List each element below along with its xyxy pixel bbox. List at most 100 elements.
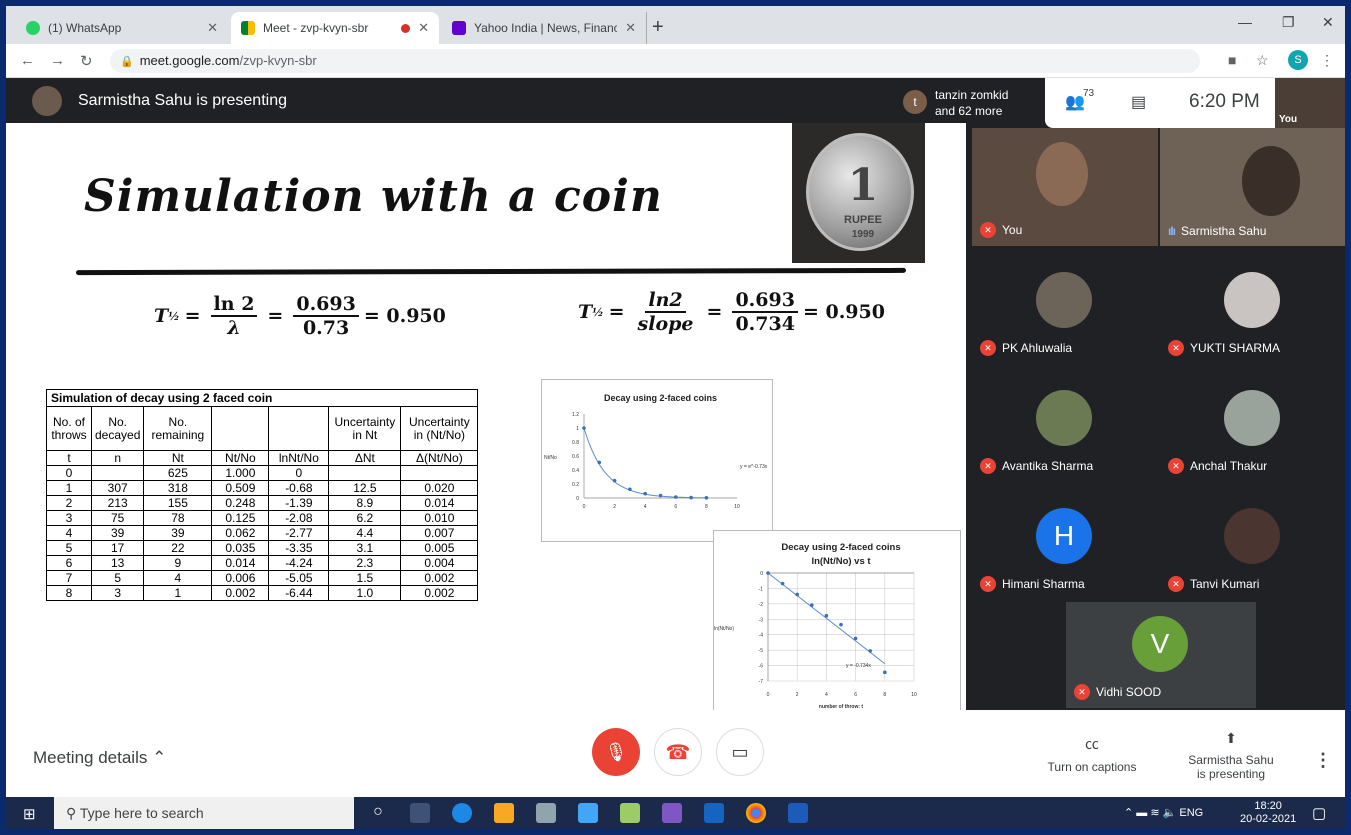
store-icon[interactable] (536, 803, 556, 823)
table-row: 2 213 155 0.248 -1.39 8.9 0.014 (46, 495, 479, 511)
chrome-icon[interactable] (746, 803, 766, 823)
leave-call-button[interactable]: ☎ (654, 728, 702, 776)
reload-icon[interactable]: ↻ (80, 52, 93, 70)
volume-icon: 🔈 (1162, 807, 1177, 819)
meeting-time: 6:20 PM (1189, 91, 1260, 112)
y-tick-label: -2 (759, 602, 764, 608)
y-tick-label: -4 (759, 633, 764, 639)
mail-icon[interactable] (578, 803, 598, 823)
calculator-icon[interactable] (704, 803, 724, 823)
trendline (583, 427, 707, 499)
profile-avatar[interactable]: S (1288, 50, 1308, 70)
table-cell: 6.2 (328, 510, 402, 526)
wifi-icon: ≋ (1150, 807, 1160, 819)
data-point (597, 460, 602, 465)
chevron-up-icon: ⌃ (152, 748, 167, 767)
table-cell: 17 (90, 540, 145, 556)
participant-tile-sarmistha[interactable]: ıIı Sarmistha Sahu (1160, 128, 1345, 246)
mic-toggle-button[interactable]: 🎙 (592, 728, 640, 776)
mic-off-icon: ✕ (980, 222, 996, 238)
taskbar-clock[interactable]: 18:20 20-02-2021 (1240, 800, 1296, 826)
log-decay-svg: Decay using 2-faced coins ln(Nt/No) vs t 0… (714, 542, 917, 710)
participant-tile-avantika[interactable]: ✕ Avantika Sharma (972, 366, 1158, 482)
close-window-button[interactable]: ✕ (1322, 14, 1334, 31)
participant-avatar (1224, 272, 1280, 328)
minimize-button[interactable]: — (1238, 14, 1252, 30)
bookmark-star-icon[interactable]: ☆ (1256, 52, 1269, 69)
close-tab-icon[interactable]: ✕ (418, 20, 429, 36)
notification-icon[interactable]: ▢ (1312, 804, 1326, 822)
participant-tile-pk[interactable]: ✕ PK Ahluwalia (972, 248, 1158, 364)
cortana-icon[interactable]: ○ (368, 803, 388, 823)
photos-icon[interactable] (620, 803, 640, 823)
table-cell: 0.002 (400, 585, 479, 601)
table-cell: 3 (46, 510, 92, 526)
participant-video (1036, 142, 1088, 206)
word-icon[interactable] (788, 803, 808, 823)
table-cell: 1.0 (328, 585, 402, 601)
participant-avatar (1224, 508, 1280, 564)
table-cell (400, 465, 479, 481)
table-cell: 0 (268, 465, 330, 481)
mic-off-icon: ✕ (1074, 684, 1090, 700)
address-bar[interactable]: 🔒 meet.google.com/zvp-kvyn-sbr (110, 49, 1200, 73)
camera-toggle-button[interactable]: ▭ (716, 728, 764, 776)
mic-off-icon: ✕ (1168, 340, 1184, 356)
table-cell: 1 (46, 480, 92, 496)
participant-tile-yukti[interactable]: ✕ YUKTI SHARMA (1160, 248, 1345, 364)
file-explorer-icon[interactable] (494, 803, 514, 823)
windows-start-icon[interactable]: ⊞ (23, 805, 36, 823)
table-header: Uncertainty in (Nt/No) (400, 406, 479, 451)
x-tick-label: 2 (613, 504, 616, 510)
y-tick-label: 0.8 (572, 440, 579, 446)
app-icon[interactable] (662, 803, 682, 823)
table-header: No. decayed (90, 406, 145, 451)
back-arrow-icon[interactable]: ← (20, 52, 35, 69)
table-cell: 0.509 (211, 480, 270, 496)
chat-icon[interactable]: ▤ (1131, 92, 1146, 112)
maximize-button[interactable]: ❐ (1282, 14, 1295, 31)
participant-tile-tanvi[interactable]: ✕ Tanvi Kumari (1160, 484, 1345, 600)
participant-tile-anchal[interactable]: ✕ Anchal Thakur (1160, 366, 1345, 482)
close-tab-icon[interactable]: ✕ (207, 20, 218, 36)
table-cell: 0.002 (400, 570, 479, 586)
close-tab-icon[interactable]: ✕ (625, 20, 636, 36)
y-axis-label: ln(Nt/No) (714, 626, 734, 632)
recording-dot-icon (401, 23, 411, 33)
chrome-menu-icon[interactable]: ⋮ (1320, 52, 1334, 69)
system-tray[interactable]: ⌃ ▬ ≋ 🔈 ENG (1124, 806, 1203, 819)
battery-icon: ▬ (1136, 807, 1148, 819)
people-icon[interactable]: 👥 (1065, 92, 1085, 112)
table-cell: -1.39 (268, 495, 330, 511)
camera-indicator-icon[interactable]: ■ (1228, 52, 1236, 68)
participant-tile-himani[interactable]: H ✕ Himani Sharma (972, 484, 1158, 600)
tab-whatsapp[interactable]: (1) WhatsApp ✕ (16, 12, 228, 44)
new-tab-button[interactable]: + (652, 16, 664, 39)
coin-photo: 1 RUPEE 1999 (792, 123, 925, 263)
participant-tile-you[interactable]: ✕ You (972, 128, 1158, 246)
data-point (766, 571, 770, 575)
table-cell: 8.9 (328, 495, 402, 511)
y-tick-label: 0.4 (572, 468, 579, 474)
captions-button[interactable]: ㏄ Turn on captions (1042, 734, 1142, 774)
table-cell: 39 (143, 525, 213, 541)
taskbar-search-input[interactable]: ⚲ Type here to search (54, 797, 354, 829)
tab-yahoo[interactable]: Yahoo India | News, Finance, Cric ✕ (442, 12, 647, 44)
half-life-formula-lambda: T½ = ln 2λ = 0.693 0.73 = 0.950 (154, 293, 446, 339)
table-row: 0 625 1.000 0 (46, 465, 479, 481)
table-cell: -0.68 (268, 480, 330, 496)
participant-tile-vidhi[interactable]: V ✕ Vidhi SOOD (1066, 602, 1256, 708)
table-cell: -3.35 (268, 540, 330, 556)
tab-meet[interactable]: Meet - zvp-kvyn-sbr ✕ (231, 12, 439, 44)
present-now-button[interactable]: ⬆ Sarmistha Sahu is presenting (1176, 730, 1286, 781)
edge-icon[interactable] (452, 803, 472, 823)
meet-bottom-bar: Meeting details ⌃ 🎙 ☎ ▭ ㏄ Turn on captio… (6, 710, 1345, 797)
meeting-details-button[interactable]: Meeting details ⌃ (33, 748, 166, 768)
task-view-icon[interactable] (410, 803, 430, 823)
self-view-thumbnail[interactable]: You (1275, 78, 1345, 128)
more-options-icon[interactable]: ⋮ (1314, 750, 1332, 771)
forward-arrow-icon[interactable]: → (50, 52, 65, 69)
table-symbol: n (90, 450, 145, 466)
mic-off-icon: ✕ (1168, 458, 1184, 474)
captions-icon: ㏄ (1085, 736, 1099, 752)
